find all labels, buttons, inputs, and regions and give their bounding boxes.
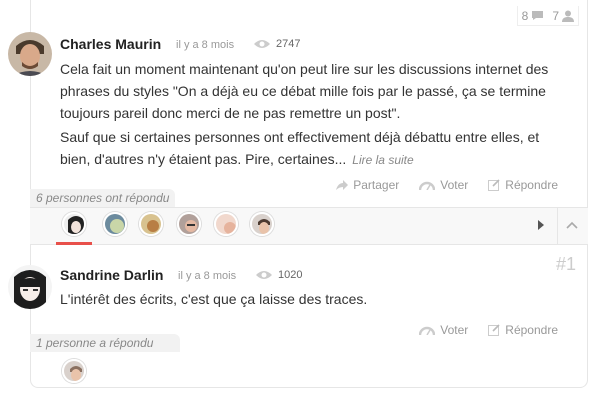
comment-count: 8 (522, 9, 545, 23)
collapse-responders-button[interactable] (566, 219, 578, 233)
reply-replied-count-tag: 1 personne a répondu (30, 334, 180, 352)
reply-time: il y a 8 mois (178, 270, 237, 282)
reply-button[interactable]: Répondre (488, 178, 558, 192)
thread-stats: 8 7 (516, 6, 579, 26)
gauge-icon (419, 326, 436, 335)
post-actions: Partager Voter Répondre (336, 178, 558, 192)
responder-avatar-4[interactable] (177, 212, 201, 236)
reply-reply-label: Répondre (505, 323, 558, 337)
eye-icon (254, 40, 270, 48)
read-more-link[interactable]: Lire la suite (352, 153, 413, 167)
author-name[interactable]: Charles Maurin (60, 36, 161, 52)
reply-actions: Voter Répondre (419, 323, 558, 337)
responder-avatar-1[interactable] (62, 212, 86, 236)
reply-views: 1020 (256, 269, 302, 281)
reply-label: Répondre (505, 178, 558, 192)
reply-reply-button[interactable]: Répondre (488, 323, 558, 337)
user-count-value: 7 (552, 8, 559, 23)
reply-responder-avatar-1[interactable] (62, 359, 86, 383)
reply-author-avatar[interactable] (8, 265, 52, 309)
active-responder-indicator (56, 242, 92, 245)
reply-views-value: 1020 (278, 269, 303, 281)
vote-label: Voter (440, 178, 469, 192)
responder-avatar-6[interactable] (250, 212, 274, 236)
post-body: Cela fait un moment maintenant qu'on peu… (60, 58, 565, 171)
author-avatar[interactable] (8, 32, 52, 76)
share-arrow-icon (336, 180, 349, 190)
post-views: 2747 (254, 38, 300, 50)
post-paragraph-1: Cela fait un moment maintenant qu'on peu… (60, 61, 549, 121)
man-portrait-icon (8, 32, 52, 76)
post-time: il y a 8 mois (176, 39, 235, 51)
reply-body: L'intérêt des écrits, c'est que ça laiss… (60, 291, 368, 307)
user-icon (562, 10, 574, 22)
post-paragraph-2-text: Sauf que si certaines personnes ont effe… (60, 129, 540, 167)
post-paragraph-2: Sauf que si certaines personnes ont effe… (60, 126, 565, 171)
responder-avatar-2[interactable] (103, 212, 127, 236)
responder-avatar-5[interactable] (214, 212, 238, 236)
user-count: 7 (552, 9, 574, 23)
comment-count-value: 8 (521, 8, 529, 23)
replied-count-tag: 6 personnes ont répondu (30, 189, 176, 207)
eye-icon (256, 271, 272, 279)
post-views-value: 2747 (276, 38, 301, 50)
strip-divider (557, 208, 558, 244)
share-label: Partager (353, 178, 400, 192)
speech-bubble-icon (532, 11, 544, 20)
reply-author-name[interactable]: Sandrine Darlin (60, 267, 163, 283)
reply-vote-button[interactable]: Voter (419, 323, 468, 337)
gauge-icon (419, 181, 436, 190)
share-button[interactable]: Partager (336, 178, 399, 192)
reply-rank: #1 (556, 254, 577, 274)
play-arrow-icon (538, 220, 544, 230)
woman-illustration-icon (8, 265, 52, 309)
vote-button[interactable]: Voter (419, 178, 468, 192)
edit-icon (488, 324, 500, 336)
edit-icon (488, 179, 500, 191)
reply-vote-label: Voter (440, 323, 469, 337)
chevron-up-icon (566, 221, 578, 229)
next-responders-button[interactable] (536, 219, 546, 234)
responder-avatar-3[interactable] (139, 212, 163, 236)
